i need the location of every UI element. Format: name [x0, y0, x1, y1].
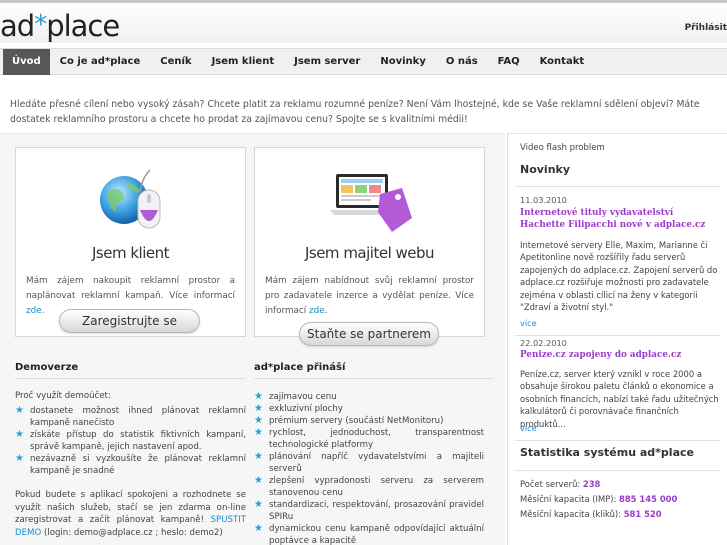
news-body: Internetové servery Elle, Maxim, Mariann…: [520, 240, 718, 313]
list-item: ★ zajímavou cenu: [254, 391, 484, 403]
list-item: ★ získáte přístup do statistik fiktivních…: [15, 429, 246, 453]
owner-more-link[interactable]: zde: [309, 306, 325, 316]
nav-item-novinky[interactable]: Novinky: [370, 49, 435, 75]
benefit-text: exkluzivní plochy: [269, 404, 343, 414]
star-bullet-icon: ★: [15, 429, 24, 440]
star-bullet-icon: ★: [254, 523, 263, 534]
owner-card-title: Jsem majitel webu: [304, 244, 435, 262]
stat-label: Měsíční kapacita (kliků):: [520, 509, 624, 519]
benefits-title: ad*place přináší: [254, 362, 346, 373]
stat-capacity-clicks: Měsíční kapacita (kliků): 581 520: [520, 509, 662, 519]
benefit-text: zajímavou cenu: [269, 392, 337, 402]
owner-card-text: Mám zájem nabídnout svůj reklamní prosto…: [265, 274, 474, 319]
stat-label: Měsíční kapacita (IMP):: [520, 494, 620, 504]
news-body: Peníze.cz, server který vznikl v roce 20…: [520, 369, 719, 429]
owner-card-desc: Mám zájem nabídnout svůj reklamní prosto…: [265, 276, 474, 316]
star-bullet-icon: ★: [254, 415, 263, 426]
nav-item-jsem-server[interactable]: Jsem server: [284, 49, 370, 75]
star-bullet-icon: ★: [15, 453, 24, 464]
benefit-text: zlepšení vypradonosti serveru za servere…: [269, 476, 484, 498]
list-item: ★ dynamickou cenu kampaně odpovídající ak…: [254, 523, 484, 545]
laptop-tag-icon: [328, 168, 414, 236]
logo-prefix: ad: [0, 9, 35, 43]
nav-item-faq[interactable]: FAQ: [488, 49, 530, 75]
video-placeholder: Video flash problem: [520, 143, 605, 153]
login-link[interactable]: Přihlásit: [685, 23, 727, 33]
nav-item-jsem-klient[interactable]: Jsem klient: [202, 49, 285, 75]
list-item: ★ rychlost, jednoduchost, transparentnost…: [254, 427, 484, 451]
list-item: ★ zlepšení vypradonosti serveru za server…: [254, 475, 484, 499]
star-bullet-icon: ★: [254, 403, 263, 414]
star-bullet-icon: ★: [254, 427, 263, 438]
benefits-bullets: ★ zajímavou cenu ★ exkluzivní plochy ★ prém…: [254, 391, 484, 545]
register-button[interactable]: Zaregistrujte se: [59, 309, 200, 333]
logo[interactable]: ad*place: [0, 9, 120, 43]
benefit-text: standardizaci, respektování, prosazování…: [269, 500, 484, 522]
news-title-link[interactable]: Internetové tituly vydavatelství Hachett…: [520, 207, 715, 231]
divider: [515, 440, 720, 441]
news-date: 22.02.2010: [520, 338, 567, 348]
benefit-text: rychlost, jednoduchost, transparentnost …: [269, 428, 484, 450]
benefit-text: prémium servery (součástí NetMonitoru): [269, 416, 444, 426]
demo-intro: Proč využít demoúčet:: [15, 391, 111, 401]
demo-bullet-text: získáte přístup do statistik fiktivních …: [30, 430, 246, 452]
logo-star: *: [34, 10, 47, 40]
main-nav: Úvod Co je ad*place Ceník Jsem klient Js…: [0, 48, 727, 75]
news-date: 11.03.2010: [520, 195, 567, 205]
divider: [515, 335, 720, 336]
stats-heading: Statistika systému ad*place: [520, 446, 694, 459]
star-bullet-icon: ★: [254, 391, 263, 402]
list-item: ★ plánování napříč vydavatelstvími a maji…: [254, 451, 484, 475]
news-title-link[interactable]: Penize.cz zapojeny do adplace.cz: [520, 349, 715, 361]
list-item: ★ dostanete možnost ihned plánovat reklam…: [15, 405, 246, 429]
divider: [515, 470, 720, 471]
star-bullet-icon: ★: [254, 475, 263, 486]
logo-suffix: place: [46, 9, 120, 43]
news-heading: Novinky: [520, 163, 571, 176]
star-bullet-icon: ★: [254, 451, 263, 462]
nav-item-uvod[interactable]: Úvod: [3, 49, 50, 75]
divider: [15, 378, 246, 379]
stat-value: 238: [582, 479, 601, 489]
benefit-text: dynamickou cenu kampaně odpovídající akt…: [269, 524, 484, 545]
stat-value: 885 145 000: [619, 494, 678, 504]
news-more-link[interactable]: více: [520, 423, 537, 433]
stat-servers: Počet serverů: 238: [520, 479, 600, 489]
demo-bullet-text: nezávazně si vyzkoušíte že plánovat rekl…: [30, 454, 246, 476]
stat-capacity-imp: Měsíční kapacita (IMP): 885 145 000: [520, 494, 677, 504]
list-item: ★ nezávazně si vyzkoušíte že plánovat rek…: [15, 453, 246, 477]
header: ad*place Přihlásit: [0, 0, 727, 43]
demo-bottom-text: Pokud budete s aplikací spokojeni a rozh…: [15, 489, 246, 539]
list-item: ★ prémium servery (součástí NetMonitoru): [254, 415, 484, 427]
owner-card-end: .: [324, 306, 328, 316]
demo-bullet-text: dostanete možnost ihned plánovat reklamn…: [30, 406, 246, 428]
star-bullet-icon: ★: [254, 499, 263, 510]
demo-bullets: ★ dostanete možnost ihned plánovat reklam…: [15, 405, 246, 477]
globe-mouse-icon: [94, 166, 166, 236]
client-more-link[interactable]: zde: [26, 306, 42, 316]
nav-item-kontakt[interactable]: Kontakt: [530, 49, 595, 75]
star-bullet-icon: ★: [15, 405, 24, 416]
client-card-desc: Mám zájem nakoupit reklamní prostor a na…: [26, 276, 235, 301]
list-item: ★ exkluzivní plochy: [254, 403, 484, 415]
client-card-end: .: [41, 306, 45, 316]
demo-login-info: (login: demo@adplace.cz ; heslo: demo2): [41, 527, 223, 538]
nav-item-cenik[interactable]: Ceník: [150, 49, 201, 75]
owner-card: Jsem majitel webu Mám zájem nabídnout sv…: [254, 147, 485, 337]
nav-item-co-je-adplace[interactable]: Co je ad*place: [50, 49, 151, 75]
news-more-link[interactable]: více: [520, 318, 537, 328]
intro-text: Hledáte přesné cílení nebo vysoký zásah?…: [10, 99, 700, 125]
stat-value: 581 520: [623, 509, 662, 519]
partner-button[interactable]: Staňte se partnerem: [299, 322, 439, 346]
benefit-text: plánování napříč vydavatelstvími a majit…: [269, 452, 484, 474]
divider: [515, 186, 720, 187]
demo-title: Demoverze: [15, 362, 79, 373]
nav-item-o-nas[interactable]: O nás: [436, 49, 488, 75]
list-item: ★ standardizaci, respektování, prosazován…: [254, 499, 484, 523]
stat-label: Počet serverů:: [520, 479, 583, 489]
client-card-title: Jsem klient: [92, 244, 170, 262]
divider: [254, 378, 494, 379]
